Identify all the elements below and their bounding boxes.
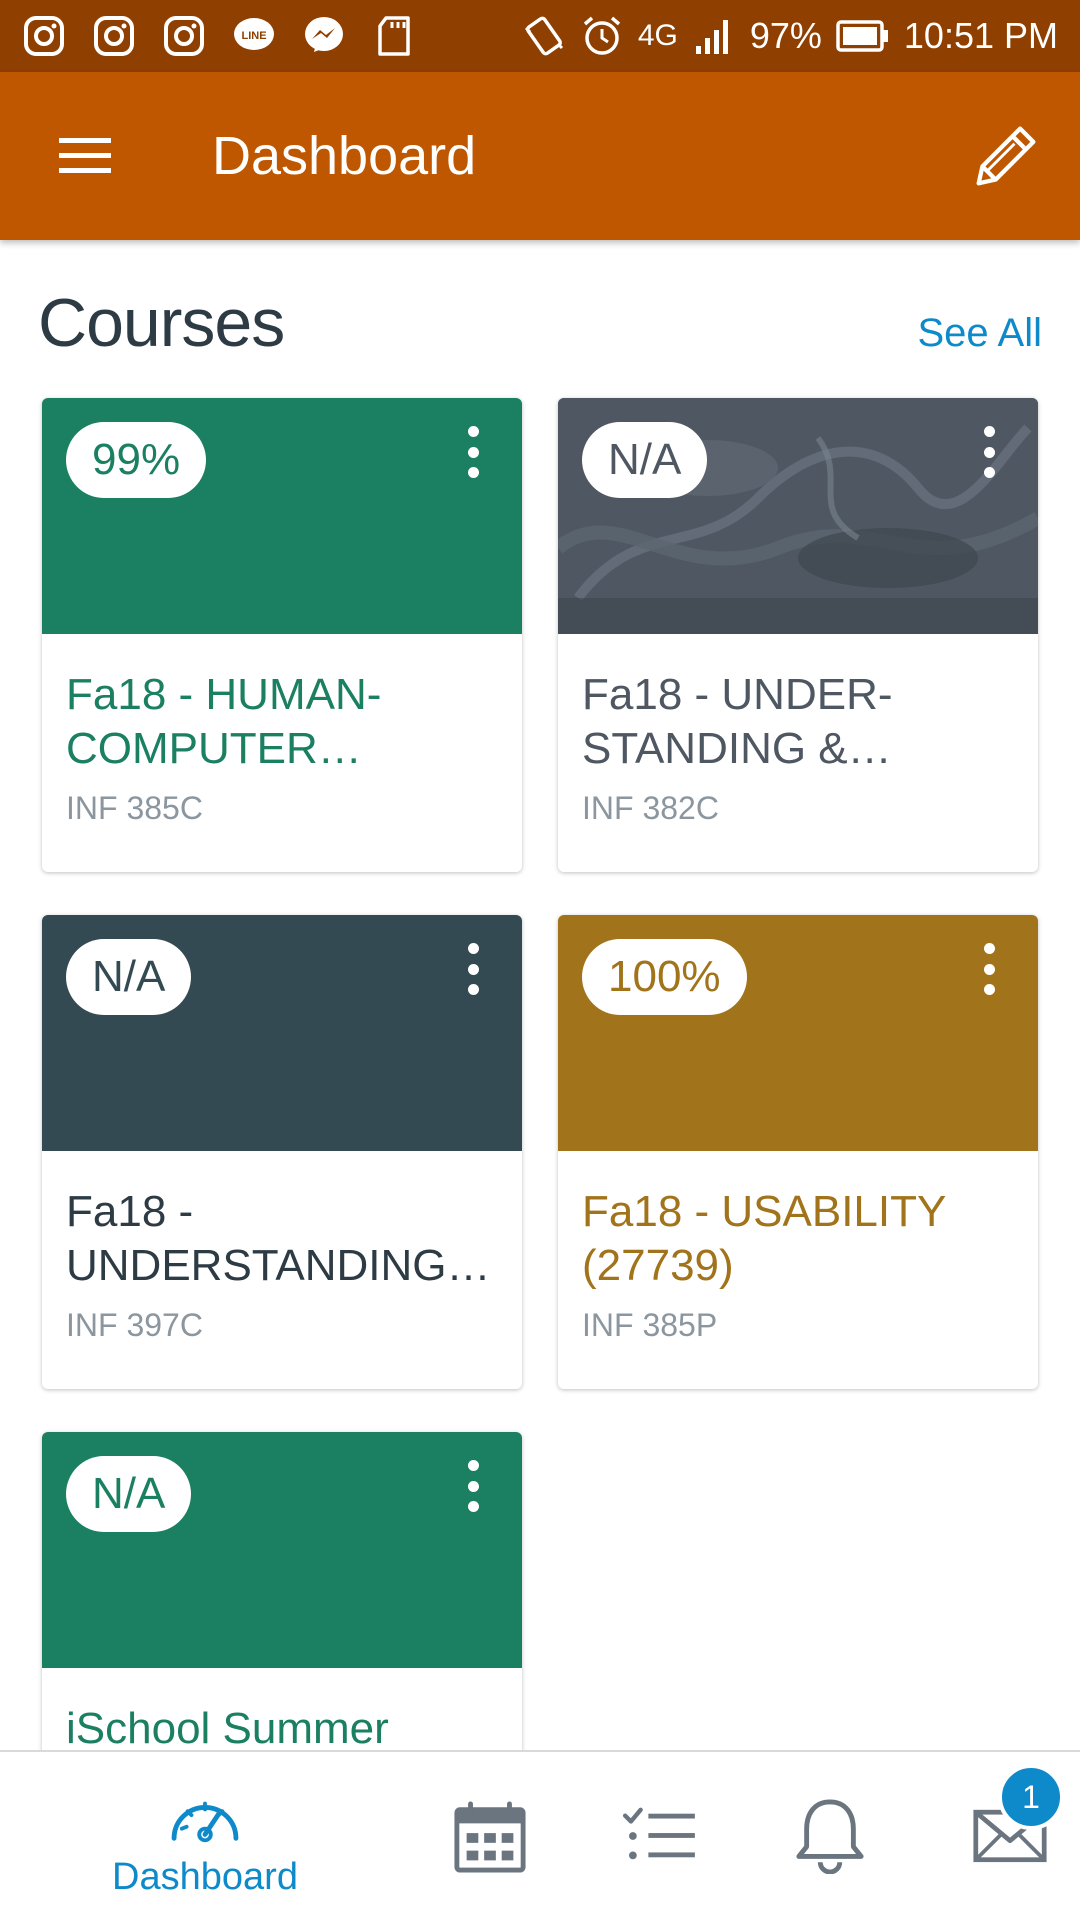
menu-button[interactable]	[40, 111, 130, 201]
instagram-icon	[22, 14, 66, 58]
signal-icon	[692, 14, 736, 58]
course-card[interactable]: N/A Fa18 - UNDER-STANDING & SERVING USER…	[558, 398, 1038, 872]
grade-badge: 99%	[66, 422, 207, 498]
course-code: INF 397C	[66, 1307, 203, 1343]
nav-dashboard-label: Dashboard	[112, 1856, 298, 1898]
instagram-icon	[162, 14, 206, 58]
course-name: Fa18 - UNDER-STANDING & SERVING USERS	[582, 670, 893, 773]
grade-badge: N/A	[66, 1456, 192, 1532]
course-code: INF 385P	[582, 1307, 718, 1343]
instagram-icon	[92, 14, 136, 58]
dashboard-content[interactable]: Courses See All 99% Fa18 - HUMAN-COMPUTE…	[0, 240, 1080, 1750]
grade-badge: N/A	[66, 939, 192, 1015]
hamburger-icon	[59, 138, 111, 173]
page-title: Dashboard	[212, 126, 477, 186]
course-code: INF 382C	[582, 790, 719, 826]
courses-header: Courses See All	[38, 284, 1042, 362]
course-card[interactable]: 99% Fa18 - HUMAN-COMPUTER INTERACTION IN…	[42, 398, 522, 872]
line-icon: LINE	[232, 14, 276, 58]
sd-card-icon	[372, 14, 416, 58]
unread-count-badge: 1	[998, 1764, 1064, 1830]
grade-badge: N/A	[582, 422, 708, 498]
network-type: 4G	[637, 19, 678, 52]
course-options-button[interactable]	[974, 422, 1004, 482]
battery-percent: 97%	[749, 15, 822, 56]
course-name: Fa18 - USABILITY (27739)	[582, 1187, 946, 1290]
nav-notifications[interactable]	[770, 1752, 890, 1920]
clock: 10:51 PM	[903, 15, 1058, 56]
course-options-button[interactable]	[974, 939, 1004, 999]
vibrate-icon	[522, 14, 566, 58]
course-options-button[interactable]	[458, 422, 488, 482]
course-options-button[interactable]	[458, 1456, 488, 1516]
app-bar: Dashboard	[0, 72, 1080, 240]
alarm-icon	[580, 14, 624, 58]
battery-icon	[836, 14, 890, 58]
course-card-header: N/A	[42, 1432, 522, 1668]
dashboard-icon	[171, 1801, 239, 1843]
grade-badge: 100%	[582, 939, 747, 1015]
course-card[interactable]: 100% Fa18 - USABILITY (27739) INF 385P	[558, 915, 1038, 1389]
bottom-navigation: Dashboard 1	[0, 1750, 1080, 1920]
pencil-icon	[976, 126, 1036, 186]
course-name: iSchool Summer	[66, 1704, 389, 1750]
course-card-header: 99%	[42, 398, 522, 634]
course-options-button[interactable]	[458, 939, 488, 999]
course-code: INF 385C	[66, 790, 203, 826]
notifications-icon	[796, 1799, 864, 1874]
course-card[interactable]: N/A Fa18 - UNDERSTANDING INFORMATION INF…	[42, 915, 522, 1389]
course-card-header: 100%	[558, 915, 1038, 1151]
nav-inbox[interactable]: 1	[940, 1752, 1080, 1920]
course-name: Fa18 - HUMAN-COMPUTER INTERACTION	[66, 670, 382, 773]
course-card-header: N/A	[558, 398, 1038, 634]
status-bar: LINE 4G 97% 10:51 PM	[0, 0, 1080, 72]
courses-title: Courses	[38, 285, 285, 361]
nav-dashboard[interactable]: Dashboard	[70, 1752, 340, 1920]
todo-icon	[622, 1807, 695, 1860]
nav-calendar[interactable]	[430, 1752, 550, 1920]
course-card-header: N/A	[42, 915, 522, 1151]
svg-text:LINE: LINE	[241, 30, 266, 42]
calendar-icon	[454, 1801, 526, 1873]
nav-todo[interactable]	[600, 1752, 720, 1920]
see-all-link[interactable]: See All	[917, 311, 1042, 356]
course-card[interactable]: N/A iSchool Summer	[42, 1432, 522, 1750]
messenger-icon	[302, 14, 346, 58]
course-name: Fa18 - UNDERSTANDING INFORMATION	[66, 1187, 447, 1290]
edit-dashboard-button[interactable]	[966, 116, 1046, 196]
